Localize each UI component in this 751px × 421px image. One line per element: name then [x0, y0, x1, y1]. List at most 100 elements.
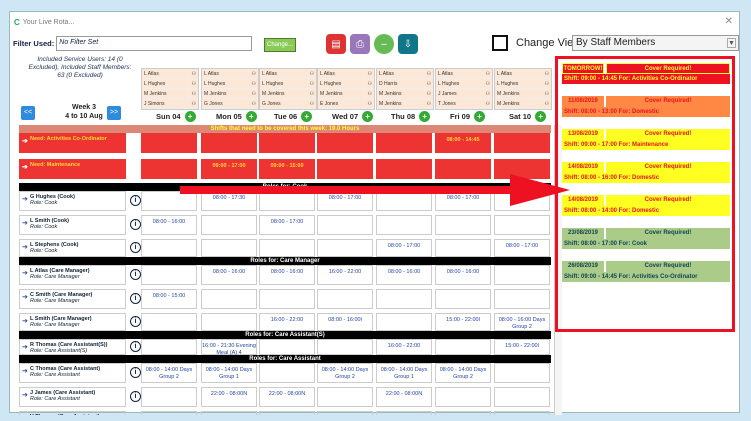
shift-cell[interactable] [435, 387, 491, 407]
shift-cell[interactable] [201, 289, 257, 309]
staff-list-item[interactable]: L Atlas ⚇ [436, 69, 492, 79]
shift-cell[interactable]: 08:00 - 16:00 Days Group 1 [435, 411, 491, 415]
shift-cell[interactable] [259, 339, 315, 355]
row-header[interactable]: ➔ L Smith (Cook) Role: Cook [19, 215, 126, 235]
staff-list-6[interactable]: L Atlas ⚇ L Hughes ⚇ M Jenkins ⚇ M Jenkins ⚇ [494, 68, 552, 110]
staff-list-item[interactable]: T Jones ⚇ [436, 99, 492, 109]
shift-cell[interactable] [201, 239, 257, 257]
shift-cell[interactable]: 08:00 - 14:00 Days Group 1 [494, 411, 550, 415]
row-header[interactable]: ➔ R Thomas (Care Assistant(S)) Role: Care … [19, 339, 126, 355]
shift-cell[interactable] [376, 133, 432, 153]
shift-cell[interactable]: 08:00 - 14:00 Days Group 2 [141, 363, 197, 383]
shift-cell[interactable] [494, 133, 550, 153]
arrow-right-icon[interactable]: ➔ [22, 219, 28, 227]
shift-cell[interactable]: 08:00 - 14:00 Days Group 2 [435, 363, 491, 383]
shift-cell[interactable] [141, 387, 197, 407]
refresh-icon[interactable]: – [374, 34, 394, 54]
row-header[interactable]: ➔ C Thomas (Care Assistant) Role: Care Ass… [19, 363, 126, 383]
next-week-button[interactable]: >> [107, 106, 121, 120]
staff-list-item[interactable]: L Hughes ⚇ [495, 79, 551, 89]
print-icon[interactable]: ⎙ [350, 34, 370, 54]
arrow-right-icon[interactable]: ➔ [22, 343, 28, 351]
shift-cell[interactable]: 08:00 - 17:00 [259, 215, 315, 235]
staff-list-item[interactable]: L Atlas ⚇ [495, 69, 551, 79]
add-shift-icon[interactable]: + [184, 111, 196, 122]
shift-cell[interactable]: 08:00 - 16:00 [376, 265, 432, 285]
shift-cell[interactable]: 08:00 - 16:00 [435, 265, 491, 285]
shift-cell[interactable] [317, 411, 373, 415]
prev-week-button[interactable]: << [21, 106, 35, 120]
close-icon[interactable]: ✕ [725, 16, 733, 27]
staff-list-0[interactable]: L Atlas ⚇ L Hughes ⚇ M Jenkins ⚇ J Simons ⚇ [141, 68, 199, 110]
staff-list-item[interactable]: G Jones ⚇ [202, 99, 258, 109]
shift-cell[interactable] [259, 133, 315, 153]
staff-list-3[interactable]: L Atlas ⚇ L Hughes ⚇ M Jenkins ⚇ E Jones ⚇ [317, 68, 375, 110]
staff-list-item[interactable]: M Jenkins ⚇ [377, 89, 433, 99]
info-icon[interactable]: i [130, 219, 141, 230]
staff-list-item[interactable]: M Jenkins ⚇ [495, 89, 551, 99]
shift-cell[interactable] [376, 289, 432, 309]
shift-cell[interactable]: 08:00 - 14:00 Days Group 2 [317, 363, 373, 383]
shift-cell[interactable] [259, 289, 315, 309]
staff-list-item[interactable]: L Atlas ⚇ [260, 69, 316, 79]
shift-cell[interactable] [141, 313, 197, 331]
arrow-right-icon[interactable]: ➔ [22, 243, 28, 251]
arrow-right-icon[interactable]: ➔ [22, 317, 28, 325]
shift-cell[interactable]: 08:00 - 15:00 [141, 289, 197, 309]
add-shift-icon[interactable]: + [535, 111, 547, 122]
filter-input[interactable]: No Filter Set [56, 36, 253, 51]
row-header[interactable]: ➔ C Smith (Care Manager) Role: Care Manage… [19, 289, 126, 309]
arrow-right-icon[interactable]: ➔ [22, 391, 28, 399]
shift-cell[interactable] [201, 215, 257, 235]
shift-cell[interactable]: 08:00 - 17:00 [376, 239, 432, 257]
cover-alert[interactable]: TOMORROW! Cover Required! Shift: 09:00 - 1… [562, 63, 730, 84]
staff-list-4[interactable]: L Atlas ⚇ D Harris ⚇ M Jenkins ⚇ M Jenkins ⚇ [376, 68, 434, 110]
info-icon[interactable]: i [130, 269, 141, 280]
shift-cell[interactable]: 08:00 - 14:00 Days Group 1 [201, 363, 257, 383]
shift-cell[interactable] [317, 387, 373, 407]
shift-cell[interactable] [201, 133, 257, 153]
shift-cell[interactable]: 15:00 - 22:00l [494, 339, 550, 355]
shift-cell[interactable] [141, 133, 197, 153]
shift-cell[interactable]: 22:00 - 08:00N [259, 387, 315, 407]
shift-cell[interactable]: 15:00 - 22:00l [435, 313, 491, 331]
shift-cell[interactable]: 16:00 - 22:00 [376, 339, 432, 355]
shift-cell[interactable]: 08:00 - 17:00 [494, 239, 550, 257]
shift-cell[interactable] [494, 289, 550, 309]
row-header[interactable]: ➔ Need: Maintenance [19, 159, 126, 179]
shift-cell[interactable]: 22:00 - 08:00N [201, 387, 257, 407]
shift-cell[interactable] [317, 289, 373, 309]
row-header[interactable]: ➔ Need: Activities Co-Ordinator [19, 133, 126, 153]
staff-list-item[interactable]: L Atlas ⚇ [377, 69, 433, 79]
staff-list-item[interactable]: M Jenkins ⚇ [142, 89, 198, 99]
row-header[interactable]: ➔ L Atlas (Care Manager) Role: Care Manage… [19, 265, 126, 285]
shift-cell[interactable]: 08:00 - 16:00 [201, 265, 257, 285]
staff-list-item[interactable]: E Jones ⚇ [318, 99, 374, 109]
shift-cell[interactable] [494, 387, 550, 407]
shift-cell[interactable] [259, 363, 315, 383]
staff-list-5[interactable]: L Atlas ⚇ L Hughes ⚇ J James ⚇ T Jones ⚇ [435, 68, 493, 110]
shift-cell[interactable] [376, 411, 432, 415]
shift-cell[interactable]: 08:00 - 16:00 [259, 265, 315, 285]
info-icon[interactable]: i [130, 391, 141, 402]
row-header[interactable]: ➔ L Stephens (Cook) Role: Cook [19, 239, 126, 257]
shift-cell[interactable]: 08:00 - 16:00l [317, 313, 373, 331]
staff-list-item[interactable]: M Jenkins ⚇ [495, 99, 551, 109]
row-header[interactable]: ➔V Thomas (Care Assistant)Role: Care Ass… [19, 411, 126, 415]
info-icon[interactable]: i [130, 195, 141, 206]
cover-alert[interactable]: 14/08/2019 Cover Required! Shift: 08:00 - … [562, 162, 730, 183]
shift-cell[interactable] [435, 239, 491, 257]
shift-cell[interactable]: 08:00 - 14:00 Days Group 2 [141, 411, 197, 415]
arrow-right-icon[interactable]: ➔ [22, 367, 28, 375]
cover-alert[interactable]: 11/08/2019 Cover Required! Shift: 08:00 - … [562, 96, 730, 117]
staff-list-item[interactable]: L Hughes ⚇ [436, 79, 492, 89]
shift-cell[interactable] [141, 265, 197, 285]
shift-cell[interactable] [435, 339, 491, 355]
add-shift-icon[interactable]: + [474, 111, 486, 122]
shift-cell[interactable] [317, 133, 373, 153]
shift-cell[interactable]: 08:00 - 14:00 Days Group 1 [376, 363, 432, 383]
info-icon[interactable]: i [130, 367, 141, 378]
info-icon[interactable]: i [130, 341, 141, 352]
shift-cell[interactable]: 08:00 - 15:00 Days Group 1 [201, 411, 257, 415]
shift-cell[interactable]: 08:00 - 14:45 [435, 133, 491, 153]
